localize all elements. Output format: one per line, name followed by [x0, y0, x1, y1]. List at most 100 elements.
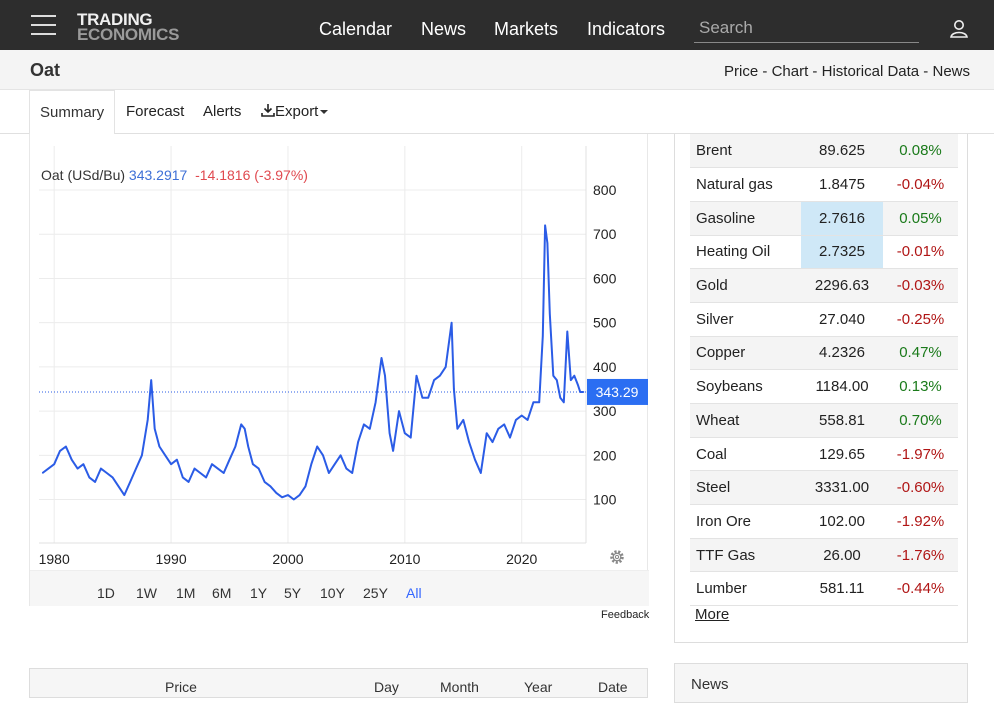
nav-link-calendar[interactable]: Calendar — [319, 19, 392, 40]
tab-forecast[interactable]: Forecast — [126, 90, 184, 134]
chart-panel: 100 200 300 400 500 600 700 800 1980 1990 2000 2010… — [29, 134, 649, 606]
range-1d[interactable]: 1D — [97, 585, 115, 601]
market-price: 3331.00 — [801, 470, 883, 506]
range-5y[interactable]: 5Y — [284, 585, 301, 601]
data-point — [304, 485, 307, 487]
market-name[interactable]: Silver — [690, 302, 801, 337]
range-6m[interactable]: 6M — [212, 585, 231, 601]
market-row[interactable]: Soybeans 1184.00 0.13% — [690, 369, 958, 404]
tab-summary[interactable]: Summary — [29, 90, 116, 135]
data-point — [380, 357, 383, 359]
header-date: Date — [598, 679, 628, 695]
market-name[interactable]: Natural gas — [690, 167, 801, 202]
data-point — [269, 485, 272, 487]
nav-link-news[interactable]: News — [421, 19, 466, 40]
market-row[interactable]: Heating Oil 2.7325 -0.01% — [690, 235, 958, 270]
market-name[interactable]: Coal — [690, 437, 801, 472]
market-name[interactable]: Gasoline — [690, 201, 801, 236]
nav-link-markets[interactable]: Markets — [494, 19, 558, 40]
market-price: 2.7616 — [801, 201, 883, 236]
data-point — [188, 481, 190, 483]
market-row[interactable]: Lumber 581.11 -0.44% — [690, 571, 958, 607]
feedback-link[interactable]: Feedback — [601, 609, 649, 621]
nav-link-indicators[interactable]: Indicators — [587, 19, 665, 40]
market-row[interactable]: Silver 27.040 -0.25% — [690, 302, 958, 337]
data-point — [322, 454, 324, 456]
data-point — [252, 463, 254, 465]
data-point — [141, 454, 143, 456]
data-point — [345, 467, 347, 470]
data-point — [100, 467, 102, 470]
y-tick-label: 800 — [593, 182, 617, 198]
breadcrumb-historical-data[interactable]: Historical Data — [822, 63, 920, 80]
market-row[interactable]: TTF Gas 26.00 -1.76% — [690, 538, 958, 573]
data-point — [205, 476, 207, 479]
chart-legend: Oat (USd/Bu) 343.2917 -14.1816 (-3.97%) — [41, 167, 308, 183]
data-point — [559, 397, 561, 399]
data-point — [573, 375, 575, 377]
header-month: Month — [440, 679, 479, 695]
market-name[interactable]: Steel — [690, 470, 801, 506]
data-point — [450, 322, 453, 324]
data-point — [474, 459, 476, 461]
range-25y[interactable]: 25Y — [363, 585, 388, 601]
market-change: 0.47% — [883, 336, 958, 371]
data-point — [71, 459, 73, 461]
data-point — [211, 463, 213, 465]
range-10y[interactable]: 10Y — [320, 585, 345, 601]
market-price: 4.2326 — [801, 336, 883, 371]
market-name[interactable]: Heating Oil — [690, 235, 801, 270]
range-1w[interactable]: 1W — [136, 585, 157, 601]
page-title: Oat — [30, 60, 61, 80]
data-point — [462, 419, 464, 421]
market-row[interactable]: Steel 3331.00 -0.60% — [690, 470, 958, 506]
market-name[interactable]: Iron Ore — [690, 504, 801, 539]
data-point — [579, 391, 581, 393]
market-name[interactable]: Copper — [690, 336, 801, 371]
market-row[interactable]: Natural gas 1.8475 -0.04% — [690, 167, 958, 202]
breadcrumb-news[interactable]: News — [932, 63, 970, 80]
search-input[interactable] — [694, 14, 919, 43]
more-link[interactable]: More — [695, 606, 729, 623]
market-row[interactable]: Gasoline 2.7616 0.05% — [690, 201, 958, 236]
range-1m[interactable]: 1M — [176, 585, 195, 601]
user-icon[interactable] — [949, 18, 969, 38]
market-name[interactable]: Gold — [690, 268, 801, 303]
market-name[interactable]: Soybeans — [690, 369, 801, 404]
market-row[interactable]: Copper 4.2326 0.47% — [690, 336, 958, 371]
market-price: 2296.63 — [801, 268, 883, 303]
market-change: -0.44% — [883, 571, 958, 607]
market-name[interactable]: Wheat — [690, 403, 801, 438]
menu-icon[interactable] — [31, 15, 56, 35]
market-price: 26.00 — [801, 538, 883, 573]
logo[interactable]: TRADING ECONOMICS — [77, 11, 179, 43]
market-name[interactable]: Brent — [690, 134, 801, 169]
tab-export[interactable]: Export — [261, 90, 329, 134]
market-name[interactable]: Lumber — [690, 571, 801, 607]
data-point — [281, 496, 283, 498]
header-year: Year — [524, 679, 553, 695]
breadcrumb-chart[interactable]: Chart — [772, 63, 809, 80]
data-point — [339, 454, 342, 456]
range-all[interactable]: All — [406, 585, 422, 601]
market-name[interactable]: TTF Gas — [690, 538, 801, 573]
price-chart[interactable]: 100 200 300 400 500 600 700 800 1980 1990 2000 2010… — [30, 134, 649, 570]
range-1y[interactable]: 1Y — [250, 585, 267, 601]
data-point — [577, 383, 579, 386]
data-point — [552, 375, 554, 377]
data-point — [421, 397, 423, 399]
tab-bar: Summary Forecast Alerts Export — [0, 90, 994, 135]
data-point — [112, 476, 114, 479]
gear-icon[interactable] — [608, 548, 626, 566]
data-point — [389, 432, 391, 434]
market-row[interactable]: Brent 89.625 0.08% — [690, 134, 958, 169]
breadcrumb-price[interactable]: Price — [724, 63, 758, 80]
tab-alerts[interactable]: Alerts — [203, 90, 241, 134]
market-row[interactable]: Coal 129.65 -1.97% — [690, 437, 958, 472]
market-row[interactable]: Iron Ore 102.00 -1.92% — [690, 504, 958, 539]
x-tick-label: 1990 — [155, 551, 186, 567]
market-row[interactable]: Gold 2296.63 -0.03% — [690, 268, 958, 303]
market-row[interactable]: Wheat 558.81 0.70% — [690, 403, 958, 438]
data-point — [351, 472, 353, 474]
market-price: 27.040 — [801, 302, 883, 337]
